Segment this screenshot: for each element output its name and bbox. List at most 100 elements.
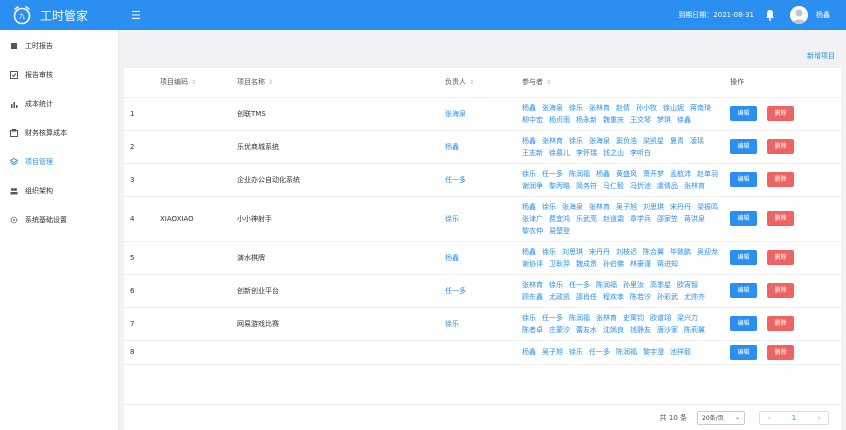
participant-link[interactable]: 刘思琪 bbox=[562, 248, 583, 256]
project-owner[interactable]: 杨鑫 bbox=[439, 241, 516, 275]
participant-link[interactable]: 李听白 bbox=[630, 149, 651, 157]
participant-link[interactable]: 陈润福 bbox=[596, 281, 617, 289]
participant-link[interactable]: 欧宵智 bbox=[677, 281, 698, 289]
participant-link[interactable]: 张林育 bbox=[596, 314, 617, 322]
participant-link[interactable]: 易楚登 bbox=[549, 227, 570, 235]
delete-button[interactable]: 删除 bbox=[767, 283, 794, 298]
col-name[interactable]: 项目名称 ⇕ bbox=[231, 68, 439, 98]
participant-link[interactable]: 黎衣仲 bbox=[522, 227, 543, 235]
participant-link[interactable]: 刘思琪 bbox=[643, 203, 664, 211]
participant-link[interactable]: 梦琪 bbox=[657, 116, 671, 124]
participant-link[interactable]: 徐乐 bbox=[569, 348, 583, 356]
participant-link[interactable]: 尤政凯 bbox=[549, 293, 570, 301]
project-owner[interactable]: 徐乐 bbox=[439, 307, 516, 341]
participant-link[interactable]: 孙小牧 bbox=[636, 104, 657, 112]
project-owner[interactable] bbox=[439, 340, 516, 365]
participant-link[interactable]: 杨鑫 bbox=[522, 348, 536, 356]
participant-link[interactable]: 张海泉 bbox=[589, 137, 610, 145]
edit-button[interactable]: 编辑 bbox=[730, 172, 757, 187]
participant-link[interactable]: 赵单羽 bbox=[697, 170, 718, 178]
participant-link[interactable]: 张林育 bbox=[542, 137, 563, 145]
participant-link[interactable]: 陈者卓 bbox=[522, 326, 543, 334]
project-owner[interactable]: 张海泉 bbox=[439, 97, 516, 131]
participant-link[interactable]: 夏青 bbox=[670, 137, 684, 145]
col-code[interactable]: 项目编码 ⇕ bbox=[154, 68, 231, 98]
project-owner[interactable]: 任一多 bbox=[439, 274, 516, 308]
participant-link[interactable]: 唐沙家 bbox=[657, 326, 678, 334]
delete-button[interactable]: 删除 bbox=[767, 106, 794, 121]
participant-link[interactable]: 杨鑫 bbox=[522, 137, 536, 145]
participant-link[interactable]: 吴迎龙 bbox=[697, 248, 718, 256]
participant-link[interactable]: 高季星 bbox=[650, 281, 671, 289]
col-participants[interactable]: 参与者 ⇕ bbox=[516, 68, 724, 98]
participant-link[interactable]: 窦负浩 bbox=[616, 137, 637, 145]
participant-link[interactable]: 乐武亮 bbox=[576, 215, 597, 223]
next-page-button[interactable]: › bbox=[810, 414, 828, 422]
participant-link[interactable]: 孟航沛 bbox=[670, 170, 691, 178]
participant-link[interactable]: 邵肖任 bbox=[576, 293, 597, 301]
participant-link[interactable]: 宋丹丹 bbox=[670, 203, 691, 211]
participant-link[interactable]: 任一多 bbox=[589, 348, 610, 356]
sidebar-item-report[interactable]: 工时报告 bbox=[0, 31, 118, 60]
delete-button[interactable]: 删除 bbox=[767, 211, 794, 226]
edit-button[interactable]: 编辑 bbox=[730, 211, 757, 226]
add-project-link[interactable]: 新增项目 bbox=[807, 51, 835, 61]
participant-link[interactable]: 陈润福 bbox=[616, 348, 637, 356]
participant-link[interactable]: 任一多 bbox=[542, 314, 563, 322]
sidebar-item-cost[interactable]: 成本统计 bbox=[0, 89, 118, 118]
sidebar-item-settings[interactable]: 系统基础设置 bbox=[0, 205, 118, 234]
participant-link[interactable]: 程欢孝 bbox=[603, 293, 624, 301]
participant-link[interactable]: 萧开梦 bbox=[643, 170, 664, 178]
participant-link[interactable]: 黎宇澄 bbox=[643, 348, 664, 356]
participant-link[interactable]: 王文琴 bbox=[630, 116, 651, 124]
sidebar-item-org[interactable]: 组织架构 bbox=[0, 176, 118, 205]
participant-link[interactable]: 谢润争 bbox=[522, 182, 543, 190]
participant-link[interactable]: 简务符 bbox=[576, 182, 597, 190]
participant-link[interactable]: 李怀瑞 bbox=[576, 149, 597, 157]
sidebar-item-project[interactable]: 项目管理 bbox=[0, 147, 118, 176]
participant-link[interactable]: 沈嫣良 bbox=[603, 326, 624, 334]
participant-link[interactable]: 黄盛风 bbox=[616, 170, 637, 178]
participant-link[interactable]: 虞倩品 bbox=[657, 182, 678, 190]
participant-link[interactable]: 卫耿羿 bbox=[549, 260, 570, 268]
participant-link[interactable]: 杨永新 bbox=[576, 116, 597, 124]
participant-link[interactable]: 刘枝迟 bbox=[616, 248, 637, 256]
participant-link[interactable]: 杨鑫 bbox=[522, 248, 536, 256]
delete-button[interactable]: 删除 bbox=[767, 139, 794, 154]
menu-toggle-icon[interactable]: ☰ bbox=[131, 9, 141, 22]
participant-link[interactable]: 杨鑫 bbox=[522, 203, 536, 211]
participant-link[interactable]: 钱之山 bbox=[603, 149, 624, 157]
participant-link[interactable]: 邵家笠 bbox=[657, 215, 678, 223]
col-owner[interactable]: 负责人 ⇕ bbox=[439, 68, 516, 98]
project-owner[interactable]: 任一多 bbox=[439, 163, 516, 197]
participant-link[interactable]: 徐山妮 bbox=[663, 104, 684, 112]
participant-link[interactable]: 杨鑫 bbox=[596, 170, 610, 178]
participant-link[interactable]: 章学兵 bbox=[630, 215, 651, 223]
participant-link[interactable]: 费宜鸿 bbox=[549, 215, 570, 223]
participant-link[interactable]: 赵道霜 bbox=[603, 215, 624, 223]
participant-link[interactable]: 梁兴力 bbox=[677, 314, 698, 322]
delete-button[interactable]: 删除 bbox=[767, 250, 794, 265]
sidebar-item-review[interactable]: 报告审核 bbox=[0, 60, 118, 89]
page-size-select[interactable]: 20条/页 ⌄ bbox=[697, 410, 745, 425]
delete-button[interactable]: 删除 bbox=[767, 172, 794, 187]
participant-link[interactable]: 杨鑫 bbox=[522, 104, 536, 112]
participant-link[interactable]: 徐乐 bbox=[542, 203, 556, 211]
participant-link[interactable]: 梁振鸣 bbox=[697, 203, 718, 211]
edit-button[interactable]: 编辑 bbox=[730, 106, 757, 121]
participant-link[interactable]: 任一多 bbox=[542, 170, 563, 178]
participant-link[interactable]: 陈合翼 bbox=[643, 248, 664, 256]
participant-link[interactable]: 陈润福 bbox=[569, 314, 590, 322]
user-name[interactable]: 杨鑫 bbox=[816, 10, 830, 20]
participant-link[interactable]: 陈莉翼 bbox=[684, 326, 705, 334]
participant-link[interactable]: 马仁毅 bbox=[603, 182, 624, 190]
prev-page-button[interactable]: ‹ bbox=[760, 414, 778, 422]
participant-link[interactable]: 宋丹丹 bbox=[589, 248, 610, 256]
participant-link[interactable]: 凌瑶 bbox=[690, 137, 704, 145]
edit-button[interactable]: 编辑 bbox=[730, 283, 757, 298]
current-page[interactable]: 1 bbox=[778, 414, 810, 422]
participant-link[interactable]: 蒋进知 bbox=[657, 260, 678, 268]
participant-link[interactable]: 徐慕儿 bbox=[549, 149, 570, 157]
participant-link[interactable]: 张林育 bbox=[589, 203, 610, 211]
participant-link[interactable]: 徐鑫 bbox=[677, 116, 691, 124]
